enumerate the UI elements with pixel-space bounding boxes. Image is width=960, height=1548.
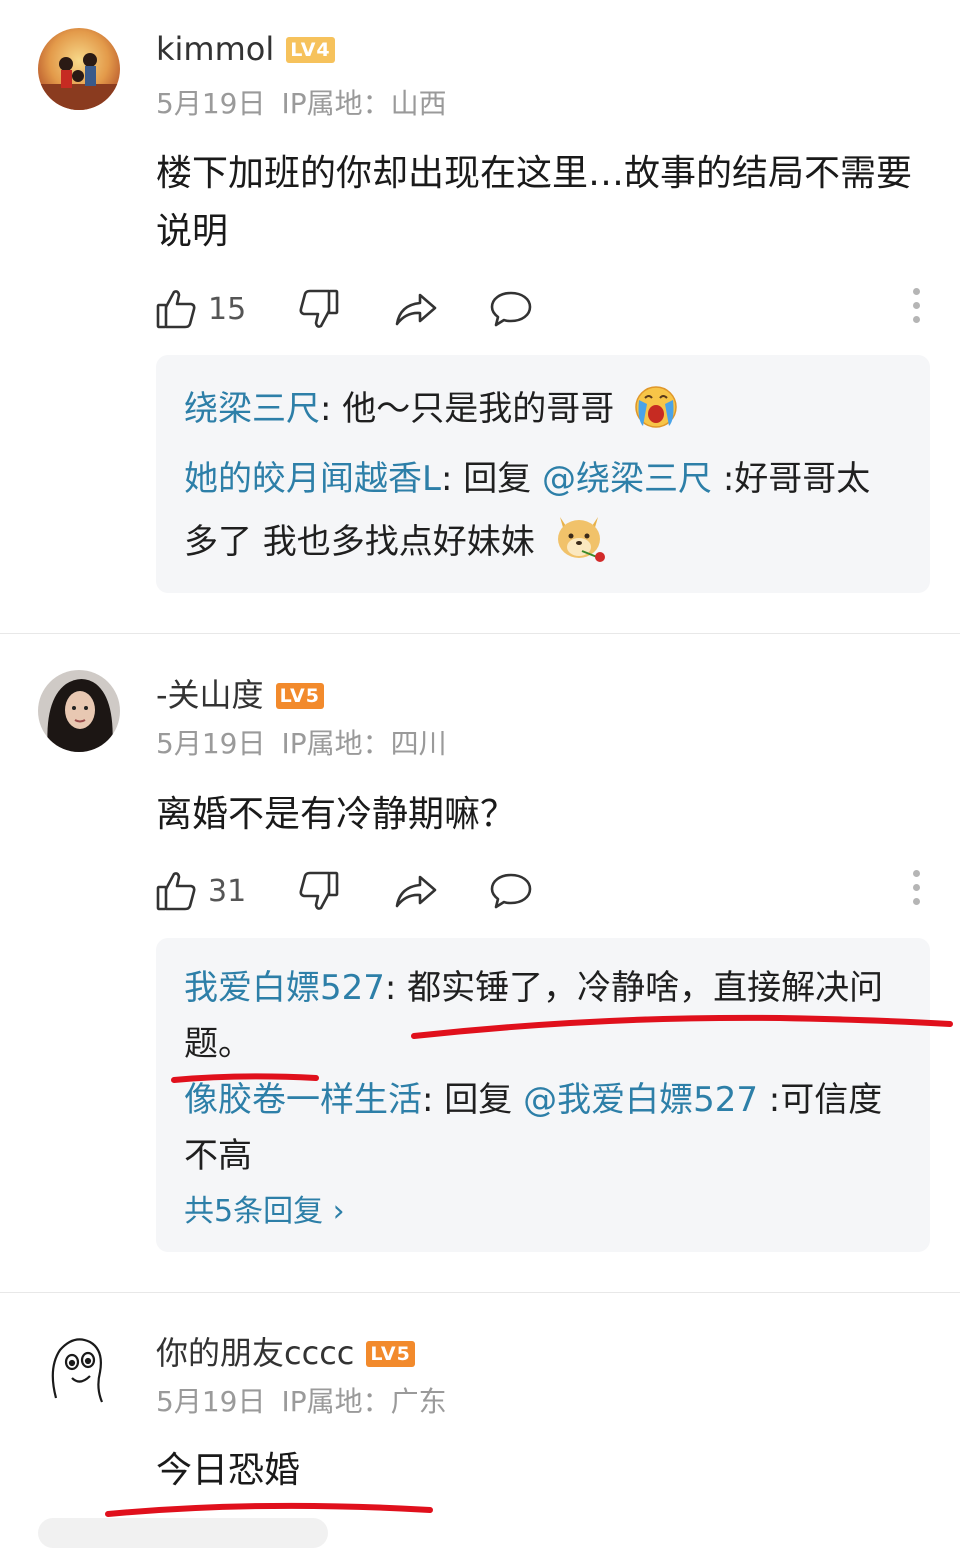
avatar[interactable]	[38, 670, 120, 752]
level-badge: LV5	[366, 1341, 415, 1367]
comment-actions: 15	[156, 284, 926, 334]
comment-date: 5月19日	[156, 727, 266, 760]
comment-input-edge[interactable]	[38, 1518, 328, 1548]
level-badge: LV4	[286, 37, 335, 63]
comment-bubble-icon	[489, 289, 533, 329]
avatar[interactable]	[38, 1328, 120, 1410]
like-button[interactable]: 31	[156, 866, 246, 916]
like-button[interactable]: 15	[156, 284, 246, 334]
comment-actions: 31	[156, 866, 926, 916]
thumbs-down-icon	[299, 288, 339, 330]
reply-prefix: 回复	[463, 459, 543, 499]
username[interactable]: 你的朋友cccc LV5	[156, 1328, 415, 1374]
reply-username[interactable]: 像胶卷一样生活	[184, 1080, 422, 1120]
comment-button[interactable]	[489, 866, 533, 916]
dislike-button[interactable]	[299, 866, 339, 916]
username-text[interactable]: 你的朋友cccc	[156, 1334, 354, 1372]
mention-link[interactable]: @我爱白嫖527	[523, 1080, 758, 1120]
reply-item[interactable]: 她的皎月闻越香L: 回复 @绕梁三尺 :好哥哥太多了 我也多找点好妹妹	[184, 449, 902, 582]
username-text[interactable]: -关山度	[156, 676, 264, 714]
share-icon	[394, 289, 438, 329]
reply-item[interactable]: 我爱白嫖527: 都实锤了，冷静啥，直接解决问题。	[184, 960, 902, 1072]
reply-box[interactable]: 绕梁三尺: 他～只是我的哥哥 她的皎月闻越香L: 回复 @绕梁三尺 :好哥哥太多…	[156, 355, 930, 593]
avatar[interactable]	[38, 28, 120, 110]
reply-separator: :	[440, 459, 464, 499]
dislike-button[interactable]	[299, 284, 339, 334]
share-icon	[394, 871, 438, 911]
reply-box[interactable]: 我爱白嫖527: 都实锤了，冷静啥，直接解决问题。 像胶卷一样生活: 回复 @我…	[156, 938, 930, 1252]
comment-meta: 5月19日 IP属地：广东	[156, 1380, 447, 1420]
thumbs-up-icon	[156, 288, 196, 330]
username-text[interactable]: kimmol	[156, 30, 274, 68]
comment-text: 离婚不是有冷静期嘛？	[156, 794, 517, 835]
comment-date: 5月19日	[156, 87, 266, 120]
reply-item[interactable]: 绕梁三尺: 他～只是我的哥哥	[184, 379, 902, 449]
reply-separator: :	[384, 968, 408, 1008]
reply-username[interactable]: 绕梁三尺	[184, 389, 320, 429]
view-all-replies-link[interactable]: 共5条回复 ›	[184, 1184, 902, 1240]
share-button[interactable]	[394, 284, 438, 334]
comment-divider	[0, 1292, 960, 1293]
thumbs-up-icon	[156, 870, 196, 912]
ip-location: IP属地：四川	[281, 727, 447, 760]
thumbs-down-icon	[299, 870, 339, 912]
ip-location: IP属地：山西	[281, 87, 447, 120]
reply-item[interactable]: 像胶卷一样生活: 回复 @我爱白嫖527 :可信度不高	[184, 1072, 902, 1184]
reply-prefix: 回复	[444, 1080, 524, 1120]
reply-text: 他～只是我的哥哥	[342, 389, 615, 429]
reply-username[interactable]: 我爱白嫖527	[184, 968, 385, 1008]
comment-text: 今日恐婚	[156, 1450, 301, 1491]
comment-meta: 5月19日 IP属地：山西	[156, 82, 447, 122]
comment-button[interactable]	[489, 284, 533, 334]
comment-date: 5月19日	[156, 1385, 266, 1418]
level-badge: LV5	[275, 683, 324, 709]
like-count: 15	[208, 291, 247, 327]
more-options-icon[interactable]	[906, 870, 926, 912]
comment-divider	[0, 633, 960, 634]
reply-separator: :	[422, 1080, 445, 1120]
comment-text: 楼下加班的你却出现在这里…故事的结局不需要说明	[156, 153, 913, 252]
like-count: 31	[208, 873, 247, 909]
crying-emoji	[631, 380, 681, 449]
reply-username[interactable]: 她的皎月闻越香L	[184, 459, 441, 499]
username[interactable]: -关山度 LV5	[156, 670, 324, 716]
reply-separator: :	[320, 389, 343, 429]
comment-meta: 5月19日 IP属地：四川	[156, 722, 447, 762]
comment-bubble-icon	[489, 871, 533, 911]
doge-rose-emoji	[552, 509, 608, 582]
username[interactable]: kimmol LV4	[156, 30, 335, 68]
mention-link[interactable]: @绕梁三尺	[542, 459, 712, 499]
bottom-bar-edge	[0, 1518, 960, 1548]
more-options-icon[interactable]	[906, 288, 926, 330]
ip-location: IP属地：广东	[281, 1385, 447, 1418]
share-button[interactable]	[394, 866, 438, 916]
